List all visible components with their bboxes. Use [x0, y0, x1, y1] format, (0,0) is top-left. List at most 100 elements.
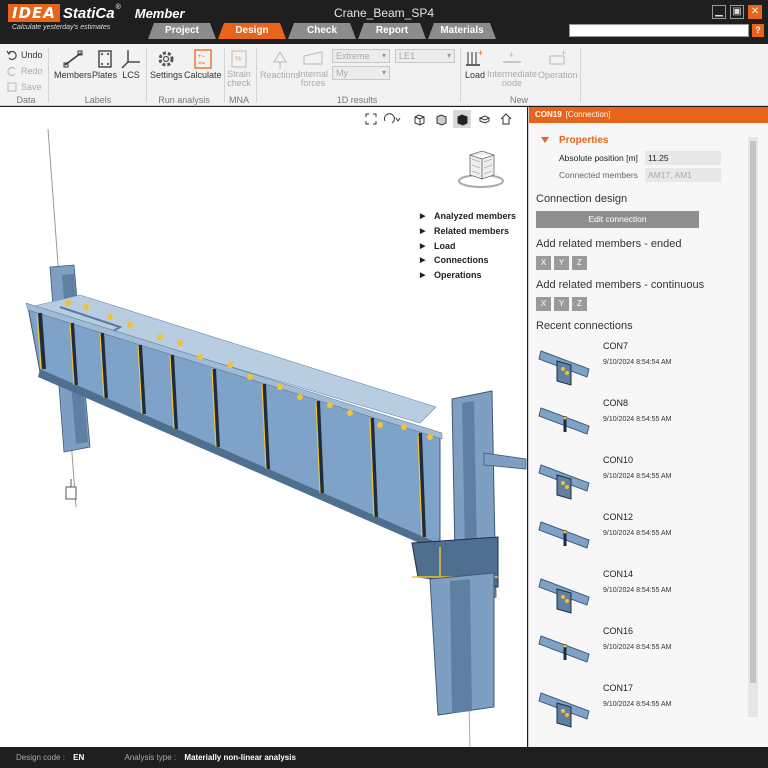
reactions-icon [273, 51, 287, 69]
new-load-button[interactable]: + Load [464, 48, 486, 80]
tab-project[interactable]: Project [148, 23, 216, 39]
labels-members-button[interactable]: Members [54, 48, 92, 80]
absolute-position-field[interactable]: 11.25 [645, 151, 721, 165]
group-label-labels: Labels [84, 95, 112, 105]
recent-connection-item[interactable]: CON16 9/10/2024 8:54:55 AM [537, 626, 717, 676]
group-separator [256, 48, 257, 102]
tab-check[interactable]: Check [288, 23, 356, 39]
recent-connection-item[interactable]: CON12 9/10/2024 8:54:55 AM [537, 512, 717, 562]
strain-check-button[interactable]: % Strain check [227, 48, 251, 88]
collapse-arrow-icon[interactable] [541, 137, 549, 143]
restore-icon: ▣ [732, 6, 742, 17]
search-input[interactable] [569, 24, 749, 37]
ribbon: Undo Redo Save Data Members Plates LCS L… [0, 44, 768, 106]
svg-text:+: + [478, 48, 483, 58]
maximize-button[interactable]: ▣ [730, 5, 744, 19]
connection-id: CON19 [535, 110, 562, 119]
group-separator [580, 48, 581, 102]
tab-materials[interactable]: Materials [428, 23, 496, 39]
internal-forces-icon [303, 51, 323, 65]
save-icon [7, 82, 17, 92]
continuous-x-button[interactable]: X [536, 297, 551, 311]
undo-button[interactable]: Undo [6, 49, 43, 61]
group-label-mna: MNA [229, 95, 249, 105]
reactions-label: Reactions [260, 70, 301, 80]
related-ended-title: Add related members - ended [536, 238, 682, 250]
related-continuous-title: Add related members - continuous [536, 279, 705, 291]
group-label-run-analysis: Run analysis [158, 95, 210, 105]
properties-panel: CON19 [Connection] Properties Absolute po… [528, 107, 768, 747]
3d-viewport[interactable]: ▶ Analyzed members ▶ Related members ▶ Load… [0, 107, 527, 747]
lcs-label: LCS [122, 70, 140, 80]
help-button[interactable]: ? [752, 24, 764, 37]
settings-button[interactable]: Settings [150, 48, 183, 80]
recent-connection-item[interactable]: CON8 9/10/2024 8:54:55 AM [537, 398, 717, 448]
app-window: IDEA StatiCa ® Member Calculate yesterda… [0, 0, 768, 768]
calculate-label: Calculate [184, 70, 222, 80]
labels-plates-button[interactable]: Plates [92, 48, 117, 80]
recent-connection-name: CON16 [603, 626, 634, 636]
labels-lcs-button[interactable]: LCS [120, 48, 142, 80]
recent-connection-item[interactable]: CON10 9/10/2024 8:54:55 AM [537, 455, 717, 505]
status-bar: Design code : EN Analysis type : Materia… [0, 747, 768, 768]
save-button[interactable]: Save [6, 81, 42, 93]
plates-label: Plates [92, 70, 118, 80]
absolute-position-row: Absolute position [m] 11.25 [559, 151, 721, 165]
lcs-axes-icon [121, 50, 140, 69]
tagline: Calculate yesterday's estimates [12, 24, 111, 31]
recent-connections-title: Recent connections [536, 320, 633, 332]
connection-thumbnail [538, 407, 590, 435]
calculate-button[interactable]: +− ×= Calculate [184, 48, 222, 80]
recent-connection-item[interactable]: CON7 9/10/2024 8:54:54 AM [537, 341, 717, 391]
load-label: Load [464, 70, 486, 80]
svg-text:+−: +− [198, 54, 206, 60]
edit-connection-button[interactable]: Edit connection [536, 211, 699, 228]
absolute-position-label: Absolute position [m] [559, 153, 638, 163]
svg-text:+: + [561, 48, 566, 58]
internal-forces-button[interactable]: Internal forces [298, 48, 328, 88]
group-label-data: Data [16, 95, 36, 105]
ended-y-button[interactable]: Y [554, 256, 569, 270]
connection-thumbnail [538, 464, 590, 500]
recent-connection-name: CON17 [603, 683, 634, 693]
analysis-type-label: Analysis type : [124, 753, 177, 762]
crane-beam-model[interactable] [0, 107, 527, 747]
connection-thumbnail [538, 521, 590, 549]
reactions-button[interactable]: Reactions [260, 48, 300, 80]
tab-report[interactable]: Report [358, 23, 426, 39]
strain-check-icon: % [231, 50, 247, 68]
intermediate-node-label: Intermediate node [486, 69, 538, 88]
tab-design[interactable]: Design [218, 23, 286, 39]
close-button[interactable]: ✕ [748, 5, 762, 19]
members-label: Members [54, 70, 92, 80]
ended-x-button[interactable]: X [536, 256, 551, 270]
intermediate-node-button[interactable]: + Intermediate node [486, 48, 538, 88]
minimize-button[interactable]: ▁ [712, 5, 726, 19]
ended-z-button[interactable]: Z [572, 256, 587, 270]
close-icon: ✕ [750, 6, 760, 17]
recent-connection-item[interactable]: CON17 9/10/2024 8:54:55 AM [537, 683, 717, 733]
load-icon: + [466, 48, 483, 66]
recent-connection-item[interactable]: CON14 9/10/2024 8:54:55 AM [537, 569, 717, 619]
recent-connection-date: 9/10/2024 8:54:55 AM [603, 587, 672, 594]
recent-connection-name: CON10 [603, 455, 634, 465]
analysis-type-value: Materially non-linear analysis [184, 753, 296, 762]
intermediate-node-icon: + [503, 50, 521, 63]
continuous-y-button[interactable]: Y [554, 297, 569, 311]
recent-connection-name: CON8 [603, 398, 629, 408]
redo-button[interactable]: Redo [6, 65, 43, 77]
scrollbar-thumb[interactable] [750, 141, 756, 683]
svg-text:+: + [509, 50, 514, 60]
component-select[interactable]: My [332, 66, 390, 80]
extreme-select[interactable]: Extreme [332, 49, 390, 63]
document-title: Crane_Beam_SP4 [333, 6, 435, 20]
load-case-select[interactable]: LE1 [395, 49, 455, 63]
undo-label: Undo [21, 50, 43, 60]
connected-members-field: AM17, AM1 [645, 168, 721, 182]
properties-title[interactable]: Properties [559, 135, 608, 146]
connection-thumbnail [538, 635, 590, 663]
connection-thumbnail [538, 350, 590, 386]
continuous-z-button[interactable]: Z [572, 297, 587, 311]
panel-scrollbar[interactable] [748, 137, 758, 717]
operation-button[interactable]: + Operation [538, 48, 578, 80]
